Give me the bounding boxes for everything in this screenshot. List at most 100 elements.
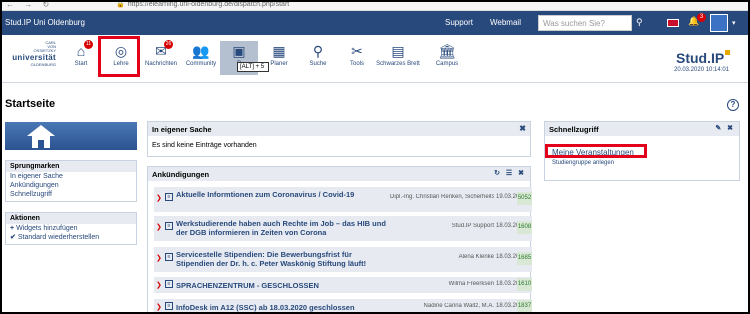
expand-arrow-icon[interactable]: ❯ bbox=[156, 303, 162, 311]
studip-logo-text: Stud.IP bbox=[676, 50, 725, 66]
planer-icon: ▦ bbox=[272, 43, 286, 59]
nav-suche[interactable]: ⚲ Suche bbox=[299, 41, 337, 75]
nav-community-label: Community bbox=[185, 61, 217, 67]
empty-message: Es sind keine Einträge vorhanden bbox=[152, 142, 257, 149]
announcement-title[interactable]: Werkstudierende haben auch Rechte im Job… bbox=[176, 219, 386, 237]
url-text: https://elearning.uni-oldenburg.de/dispa… bbox=[127, 1, 290, 8]
studiengruppe-anlegen-link[interactable]: Studiengruppe anlegen bbox=[552, 160, 614, 166]
announcement-title[interactable]: SPRACHENZENTRUM - GESCHLOSSEN bbox=[176, 281, 386, 290]
widget-eigene-sache-title: In eigener Sache bbox=[152, 125, 212, 134]
announcement-views: 1685 bbox=[517, 252, 532, 265]
search-input[interactable]: Was suchen Sie? bbox=[538, 15, 632, 31]
tools-icon: ✂ bbox=[351, 43, 363, 59]
sprungmarke-link[interactable]: In eigener Sache bbox=[6, 172, 136, 181]
widget-schnellzugriff-title: Schnellzugriff bbox=[549, 125, 599, 134]
sidebar-home-image bbox=[5, 122, 137, 150]
announcement-row[interactable]: ❯ ≡ Servicestelle Stipendien: Die Bewerb… bbox=[154, 247, 532, 272]
restore-default-action[interactable]: ✔ Standard wiederherstellen bbox=[6, 233, 136, 244]
webmail-link[interactable]: Webmail bbox=[490, 18, 521, 27]
announcement-title[interactable]: Aktuelle Informtionen zum Coronavirus / … bbox=[176, 190, 386, 199]
announcement-author[interactable]: Dipl.-Ing. Christian Renken, Sicherheits… bbox=[390, 194, 494, 200]
sprungmarke-link[interactable]: Schnellzugriff bbox=[6, 190, 136, 201]
nav-campus-label: Campus bbox=[435, 61, 459, 67]
announcement-author[interactable]: Alena Klenke bbox=[390, 254, 494, 260]
announcement-row[interactable]: ❯ ≡ Aktuelle Informtionen zum Coronaviru… bbox=[154, 187, 532, 212]
highlight-lehre bbox=[98, 36, 140, 77]
studip-logo-dot bbox=[725, 50, 731, 55]
nav-schwarzes-brett[interactable]: ▤ Schwarzes Brett bbox=[373, 41, 423, 75]
aktionen-title: Aktionen bbox=[6, 213, 136, 224]
sidebar: Sprungmarken In eigener Sache Ankündigun… bbox=[5, 122, 137, 245]
sprungmarken-title: Sprungmarken bbox=[6, 161, 136, 172]
nav-nachrichten[interactable]: ✉ 26 Nachrichten bbox=[142, 40, 180, 75]
university-logo[interactable]: CARL VON OSSIETZKY universität OLDENBURG bbox=[4, 41, 56, 71]
widget-ankuendigungen-header: Ankündigungen ↻ ☰ ✖ bbox=[148, 167, 530, 181]
top-bar: Stud.IP Uni Oldenburg Support Webmail Wa… bbox=[0, 11, 750, 35]
announcement-views: 1608 bbox=[517, 221, 532, 234]
search-icon: ⚲ bbox=[312, 43, 324, 59]
sprungmarken-box: Sprungmarken In eigener Sache Ankündigun… bbox=[5, 160, 137, 202]
search-icon[interactable]: ⚲ bbox=[636, 17, 650, 29]
browser-url-bar: ← → ↻ 🔒 https://elearning.uni-oldenburg.d… bbox=[0, 0, 750, 11]
widget-tools-icons[interactable]: ↻ ☰ ✖ bbox=[494, 169, 526, 177]
news-icon: ≡ bbox=[165, 193, 173, 201]
add-widgets-action[interactable]: + Widgets hinzufügen bbox=[6, 224, 136, 233]
community-icon: 👥 bbox=[192, 43, 210, 59]
server-datetime: 20.03.2020 10:14:01 bbox=[674, 67, 730, 73]
restore-default-label: Standard wiederherstellen bbox=[17, 234, 100, 241]
notification-icon[interactable]: 🔔 3 bbox=[688, 13, 706, 30]
nav-tools[interactable]: ✂ Tools bbox=[338, 41, 376, 75]
close-icon[interactable]: ✖ bbox=[519, 124, 526, 133]
lock-icon: 🔒 bbox=[116, 1, 125, 8]
announcement-views: 5052 bbox=[517, 192, 532, 205]
nav-tools-label: Tools bbox=[349, 61, 364, 67]
language-flag-icon[interactable] bbox=[667, 19, 679, 27]
news-icon: ≡ bbox=[165, 280, 173, 288]
help-icon[interactable]: ? bbox=[727, 99, 739, 111]
announcement-row[interactable]: ❯ ≡ SPRACHENZENTRUM - GESCHLOSSEN Wilma … bbox=[154, 277, 532, 293]
nav-schwarzes-brett-label: Schwarzes Brett bbox=[376, 61, 420, 67]
nav-campus[interactable]: 🏛 Campus bbox=[428, 41, 466, 75]
widget-eigene-sache: In eigener Sache ✖ Es sind keine Einträg… bbox=[147, 121, 531, 157]
news-icon: ≡ bbox=[165, 222, 173, 230]
nav-start-badge: 11 bbox=[84, 40, 93, 49]
expand-arrow-icon[interactable]: ❯ bbox=[156, 194, 162, 202]
announcement-title[interactable]: Servicestelle Stipendien: Die Bewerbungs… bbox=[176, 250, 386, 268]
announcement-title[interactable]: InfoDesk im A12 (SSC) ab 18.03.2020 gesc… bbox=[176, 303, 386, 312]
widget-ankuendigungen-title: Ankündigungen bbox=[152, 170, 210, 179]
announcement-row[interactable]: ❯ ≡ Werkstudierende haben auch Rechte im… bbox=[154, 216, 532, 241]
news-icon: ≡ bbox=[165, 253, 173, 261]
expand-arrow-icon[interactable]: ❯ bbox=[156, 223, 162, 231]
avatar[interactable] bbox=[710, 14, 728, 32]
plus-icon: + bbox=[10, 225, 15, 232]
support-link[interactable]: Support bbox=[445, 18, 473, 27]
sprungmarke-link[interactable]: Ankündigungen bbox=[6, 181, 136, 190]
announcement-row[interactable]: ❯ ≡ InfoDesk im A12 (SSC) ab 18.03.2020 … bbox=[154, 299, 532, 314]
aktionen-box: Aktionen + Widgets hinzufügen ✔ Standard w… bbox=[5, 212, 137, 245]
announcement-author[interactable]: Wilma Freerksen bbox=[390, 281, 494, 287]
nav-start[interactable]: ⌂ 11 Start bbox=[62, 40, 100, 75]
expand-arrow-icon[interactable]: ❯ bbox=[156, 281, 162, 289]
home-icon: ⌂ bbox=[76, 43, 86, 59]
nav-community[interactable]: 👥 Community bbox=[182, 41, 220, 75]
notification-badge: 3 bbox=[697, 13, 706, 22]
nav-suche-label: Suche bbox=[309, 61, 327, 67]
widget-ankuendigungen: Ankündigungen ↻ ☰ ✖ ❯ ≡ Aktuelle Informt… bbox=[147, 166, 532, 314]
highlight-meine-veranstaltungen bbox=[545, 144, 647, 158]
browser-nav-icons[interactable]: ← → ↻ bbox=[6, 0, 53, 9]
widget-tools-icons[interactable]: ✎ ✖ bbox=[715, 124, 735, 132]
announcement-views: 1610 bbox=[517, 278, 532, 291]
expand-arrow-icon[interactable]: ❯ bbox=[156, 254, 162, 262]
site-title[interactable]: Stud.IP Uni Oldenburg bbox=[5, 18, 85, 27]
studip-logo[interactable]: Stud.IP bbox=[676, 50, 731, 66]
announcement-author[interactable]: Stud.IP Support bbox=[390, 223, 494, 229]
announcement-author[interactable]: Nadine Carina Waitz, M.A. bbox=[390, 303, 494, 309]
url-field[interactable]: 🔒 https://elearning.uni-oldenburg.de/disp… bbox=[116, 0, 396, 10]
widget-schnellzugriff: Schnellzugriff ✎ ✖ Meine Veranstaltungen… bbox=[544, 121, 740, 181]
add-widgets-label: Widgets hinzufügen bbox=[16, 225, 78, 232]
nav-nachrichten-label: Nachrichten bbox=[144, 61, 177, 67]
chevron-down-icon[interactable]: ▾ bbox=[732, 19, 736, 27]
page-title: Startseite bbox=[5, 98, 56, 110]
mail-icon: ✉ bbox=[155, 43, 167, 59]
house-door bbox=[38, 140, 44, 148]
